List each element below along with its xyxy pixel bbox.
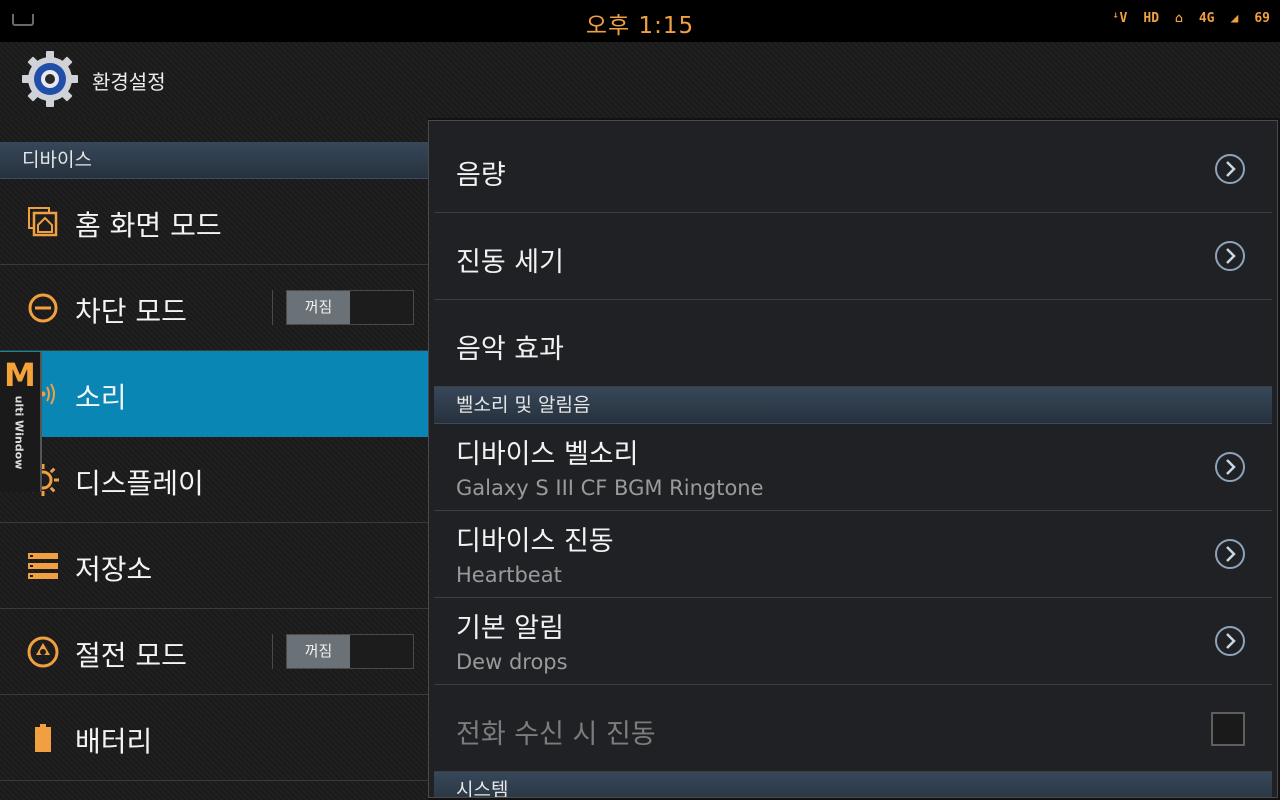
pref-music-effects[interactable]: 음악 효과 (434, 300, 1272, 387)
sidebar-item-display[interactable]: 디스플레이 (0, 437, 428, 523)
multi-window-label: ulti Window (12, 395, 26, 470)
network-4g-icon: 4G (1198, 11, 1215, 26)
vibrate-icon: ꜜV (1111, 11, 1128, 26)
settings-sidebar: 디바이스 홈 화면 모드 차단 모드 꺼짐 소리 디스플레이 저장소 절전 모드… (0, 118, 428, 800)
pref-default-notification[interactable]: 기본 알림 Dew drops (434, 598, 1272, 685)
sidebar-item-label: 소리 (75, 381, 127, 414)
battery-level-icon: 69 (1254, 11, 1270, 26)
toggle-divider (272, 634, 273, 669)
sidebar-item-label: 홈 화면 모드 (75, 209, 222, 242)
pref-title: 디바이스 진동 (456, 526, 614, 557)
sidebar-section-header: 디바이스 (0, 142, 428, 179)
vibrate-on-ring-checkbox[interactable] (1211, 712, 1245, 746)
pref-vibration-intensity[interactable]: 진동 세기 (434, 213, 1272, 300)
status-bar: 오후 1:15 ꜜV HD ⌂ 4G ◢ 69 (0, 0, 1280, 42)
pref-volume[interactable]: 음량 (434, 126, 1272, 213)
pref-title: 전화 수신 시 진동 (456, 719, 656, 750)
power-saving-toggle[interactable]: 꺼짐 (286, 634, 414, 669)
chevron-right-icon (1215, 626, 1245, 656)
chevron-right-icon (1215, 452, 1245, 482)
sidebar-item-power-saving[interactable]: 절전 모드 꺼짐 (0, 609, 428, 695)
signal-icon: ◢ (1230, 11, 1239, 26)
sound-settings-pane: 음량 진동 세기 음악 효과 벨소리 및 알림음 디바이스 벨소리 Galaxy… (428, 120, 1278, 798)
sidebar-item-block-mode[interactable]: 차단 모드 꺼짐 (0, 265, 428, 351)
sidebar-item-storage[interactable]: 저장소 (0, 523, 428, 609)
chevron-right-icon (1215, 241, 1245, 271)
pref-summary: Heartbeat (456, 563, 562, 587)
storage-icon (28, 553, 58, 579)
sidebar-item-label: 배터리 (75, 725, 153, 758)
ringtones-section-header: 벨소리 및 알림음 (434, 387, 1272, 424)
app-title: 환경설정 (92, 70, 166, 94)
chevron-right-icon (1215, 539, 1245, 569)
block-icon (28, 293, 58, 323)
battery-icon (35, 724, 51, 752)
power-saving-icon (27, 636, 59, 668)
sidebar-item-label: 디스플레이 (75, 467, 204, 500)
alarm-icon: ⌂ (1175, 11, 1183, 26)
status-clock: 오후 1:15 (585, 13, 695, 39)
sidebar-item-label: 차단 모드 (75, 295, 187, 328)
gear-icon[interactable] (20, 49, 80, 109)
home-icon (28, 207, 58, 237)
system-section-header: 시스템 (434, 772, 1272, 797)
toggle-label: 꺼짐 (287, 635, 350, 668)
sidebar-item-label: 저장소 (75, 553, 153, 586)
sidebar-item-battery[interactable]: 배터리 (0, 695, 428, 781)
pref-device-ringtone[interactable]: 디바이스 벨소리 Galaxy S III CF BGM Ringtone (434, 424, 1272, 511)
toggle-divider (272, 290, 273, 325)
chevron-right-icon (1215, 154, 1245, 184)
block-mode-toggle[interactable]: 꺼짐 (286, 290, 414, 325)
sidebar-item-label: 절전 모드 (75, 639, 187, 672)
pref-summary: Galaxy S III CF BGM Ringtone (456, 476, 764, 500)
pref-title: 기본 알림 (456, 613, 564, 644)
multi-window-tab[interactable]: M ulti Window (0, 352, 42, 492)
pref-device-vibration[interactable]: 디바이스 진동 Heartbeat (434, 511, 1272, 598)
pref-vibrate-on-ring[interactable]: 전화 수신 시 진동 (434, 685, 1272, 772)
action-bar: 환경설정 (0, 42, 1280, 118)
pref-summary: Dew drops (456, 650, 568, 674)
sidebar-item-sound[interactable]: 소리 (0, 351, 428, 437)
pref-title: 디바이스 벨소리 (456, 439, 639, 470)
pref-title: 진동 세기 (456, 247, 564, 278)
toggle-label: 꺼짐 (287, 291, 350, 324)
multi-window-logo: M (4, 356, 36, 394)
pref-title: 음량 (456, 160, 506, 191)
sidebar-item-home-screen-mode[interactable]: 홈 화면 모드 (0, 179, 428, 265)
hd-icon: HD (1143, 11, 1160, 26)
pref-title: 음악 효과 (456, 334, 564, 365)
